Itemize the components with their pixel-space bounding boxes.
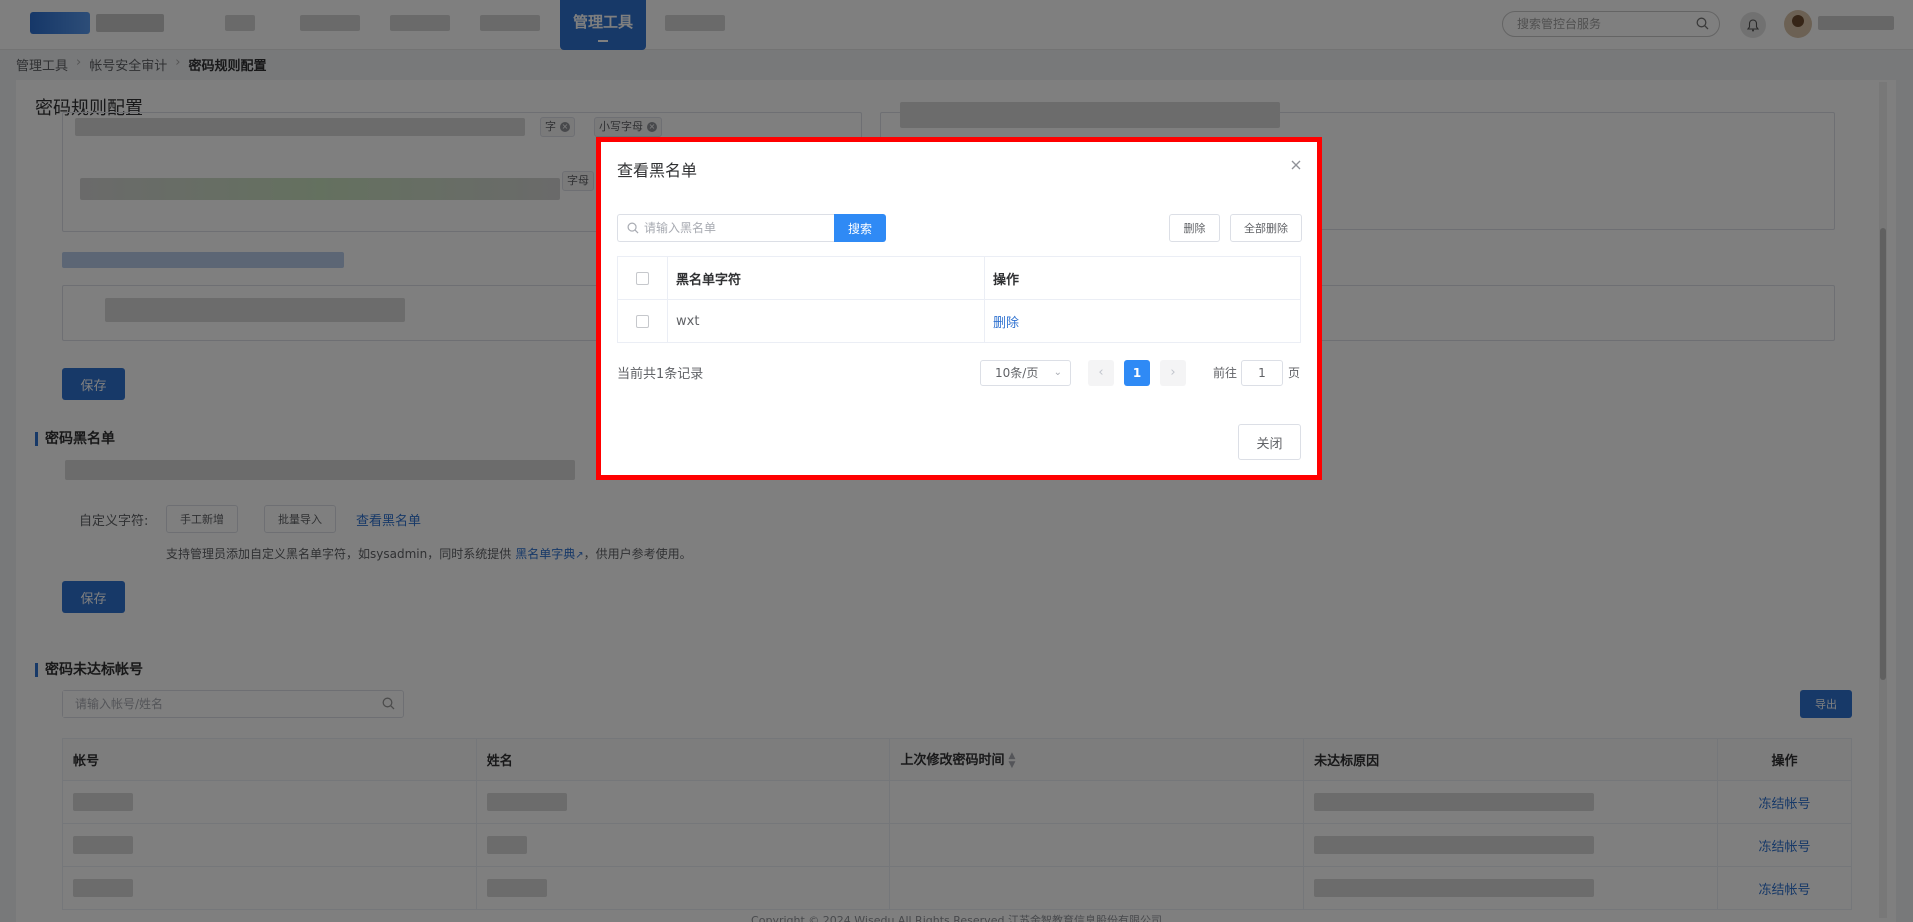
page-number-current[interactable]: 1 — [1124, 360, 1150, 386]
select-all-checkbox[interactable] — [636, 271, 649, 285]
blacklist-search-input[interactable] — [618, 215, 808, 241]
goto-suffix: 页 — [1288, 366, 1301, 380]
page-size-value: 10条/页 — [995, 366, 1039, 380]
delete-button[interactable]: 删除 — [1169, 214, 1220, 242]
row-checkbox[interactable] — [636, 314, 649, 328]
prev-page-button[interactable]: ‹ — [1088, 360, 1114, 386]
next-page-button[interactable]: › — [1160, 360, 1186, 386]
search-icon — [627, 222, 639, 238]
search-button[interactable]: 搜索 — [834, 214, 886, 242]
table-row: wxt 删除 — [617, 299, 1301, 343]
close-icon[interactable] — [1289, 158, 1303, 172]
goto-page-input[interactable] — [1241, 360, 1283, 386]
row-delete-link[interactable]: 删除 — [993, 316, 1019, 331]
blacklist-table: 黑名单字符 操作 wxt 删除 — [617, 256, 1301, 343]
blacklist-search[interactable] — [617, 214, 835, 242]
dialog-title: 查看黑名单 — [617, 161, 698, 180]
column-header: 操作 — [984, 256, 1301, 300]
column-header: 黑名单字符 — [667, 256, 985, 300]
close-button[interactable]: 关闭 — [1238, 424, 1301, 460]
chevron-down-icon: ⌄ — [1053, 367, 1062, 378]
row-action-cell: 删除 — [984, 299, 1301, 343]
delete-all-button[interactable]: 全部删除 — [1230, 214, 1302, 242]
total-records: 当前共1条记录 — [617, 367, 704, 382]
table-header-row: 黑名单字符 操作 — [617, 256, 1301, 300]
blacklist-value: wxt — [667, 299, 985, 343]
page-size-select[interactable]: 10条/页 ⌄ — [980, 360, 1071, 386]
goto-label: 前往 — [1213, 366, 1238, 380]
view-blacklist-dialog: 查看黑名单 搜索 删除 全部删除 黑名单字符 操作 wxt 删除 当前共1条记录 — [601, 142, 1317, 475]
select-all-cell — [617, 256, 668, 300]
row-checkbox-cell — [617, 299, 668, 343]
